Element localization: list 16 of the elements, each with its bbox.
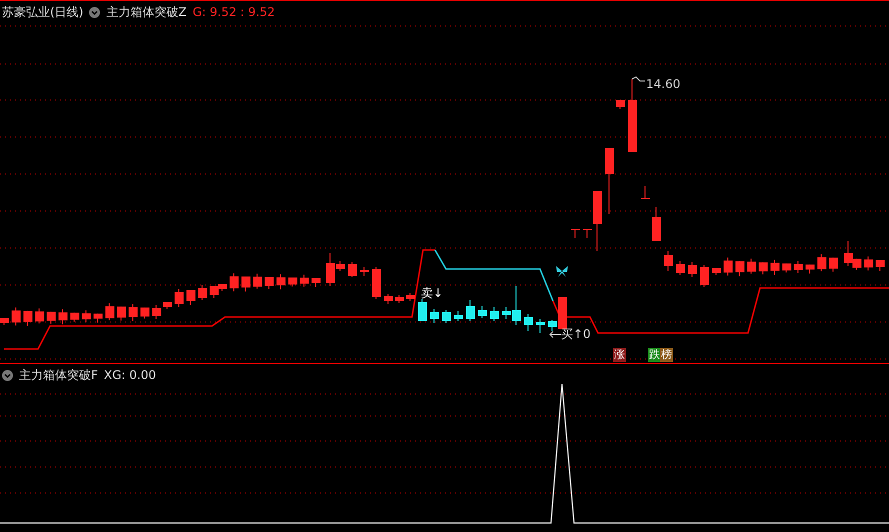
stock-tag: 跌	[648, 348, 661, 362]
stock-tag: 涨	[613, 348, 626, 362]
left-arrow-icon	[549, 331, 561, 338]
indicator-name: 主力箱体突破Z	[106, 4, 187, 20]
buy-signal-label: 买↑0	[561, 327, 591, 341]
stock-name: 苏豪弘业(日线)	[2, 4, 84, 20]
indicator-name: 主力箱体突破F	[19, 366, 98, 384]
dropdown-icon[interactable]	[89, 6, 100, 18]
peak-marker	[632, 76, 646, 82]
indicator-reading: G: 9.52 : 9.52	[192, 5, 275, 19]
peak-price-label: 14.60	[646, 77, 680, 91]
dropdown-icon[interactable]	[2, 370, 13, 380]
sell-signal-label: 卖↓	[421, 286, 444, 300]
stock-tag: 榜	[660, 348, 673, 362]
indicator-reading: XG: 0.00	[104, 368, 156, 382]
butterfly-icon	[555, 266, 569, 277]
